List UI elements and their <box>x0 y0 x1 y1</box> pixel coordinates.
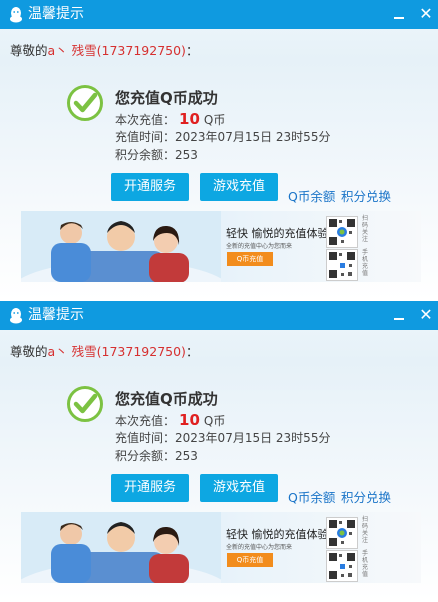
greeting-prefix: 尊敬的 <box>10 43 48 58</box>
qq-penguin-icon <box>10 308 22 324</box>
points-value: 253 <box>175 449 198 463</box>
close-icon: ✕ <box>419 4 433 23</box>
greeting: 尊敬的a丶 残雪(1737192750)： <box>10 341 198 360</box>
banner-qcoin-recharge-button[interactable]: Q币充值 <box>227 252 273 266</box>
recharge-notice-window-1: 温馨提示 ✕ 尊敬的a丶 残雪(1737192750)： 您充值Q币成功 本次充… <box>0 0 438 301</box>
qcoin-balance-link[interactable]: Q币余额 <box>288 186 335 205</box>
banner-qcoin-recharge-button[interactable]: Q币充值 <box>227 553 273 567</box>
banner-people-image <box>21 512 221 583</box>
points-exchange-link[interactable]: 积分兑换 <box>341 186 391 205</box>
close-button[interactable]: ✕ <box>416 305 436 325</box>
time-row: 充值时间：2023年07月15日 23时55分 <box>115 429 330 446</box>
minimize-icon <box>394 318 404 320</box>
greeting: 尊敬的a丶 残雪(1737192750)： <box>10 40 198 59</box>
points-label: 积分余额： <box>115 449 176 463</box>
window-title: 温馨提示 <box>28 6 84 22</box>
open-service-button[interactable]: 开通服务 <box>111 474 189 502</box>
recharge-notice-window-2: 温馨提示 ✕ 尊敬的a丶 残雪(1737192750)： 您充值Q币成功 本次充… <box>0 301 438 602</box>
minimize-icon <box>394 17 404 19</box>
greeting-prefix: 尊敬的 <box>10 344 48 359</box>
qr-caption-2: 手机充值 <box>362 249 369 277</box>
qr-code-icon <box>326 517 358 549</box>
points-row: 积分余额：253 <box>115 146 198 163</box>
close-button[interactable]: ✕ <box>416 4 436 24</box>
points-exchange-link[interactable]: 积分兑换 <box>341 487 391 506</box>
time-value: 2023年07月15日 23时55分 <box>175 431 331 445</box>
points-value: 253 <box>175 148 198 162</box>
greeting-username: a丶 残雪(1737192750) <box>47 43 186 58</box>
window-title: 温馨提示 <box>28 307 84 323</box>
minimize-button[interactable] <box>390 4 408 24</box>
qr-code-icon <box>326 550 358 582</box>
amount-label: 本次充值： <box>115 113 176 127</box>
banner-slogan: 轻快 愉悦的充值体验 <box>226 528 329 541</box>
amount-row: 本次充值： 10 Q币 <box>115 110 225 128</box>
greeting-suffix: ： <box>185 43 199 58</box>
banner-people-image <box>21 211 221 282</box>
amount-row: 本次充值： 10 Q币 <box>115 411 225 429</box>
time-value: 2023年07月15日 23时55分 <box>175 130 331 144</box>
check-circle-icon <box>67 85 103 121</box>
amount-unit: Q币 <box>203 414 226 428</box>
ad-banner[interactable]: 轻快 愉悦的充值体验 全新的充值中心为您而来 Q币充值 扫码关注 手机充值 <box>21 211 421 282</box>
time-label: 充值时间： <box>115 130 176 144</box>
open-service-button[interactable]: 开通服务 <box>111 173 189 201</box>
banner-subtitle: 全新的充值中心为您而来 <box>226 243 293 250</box>
qr-code-icon <box>326 216 358 248</box>
banner-slogan: 轻快 愉悦的充值体验 <box>226 227 329 240</box>
qr-code-icon <box>326 249 358 281</box>
game-recharge-button[interactable]: 游戏充值 <box>200 474 278 502</box>
points-label: 积分余额： <box>115 148 176 162</box>
qq-penguin-icon <box>10 7 22 23</box>
greeting-suffix: ： <box>185 344 199 359</box>
check-circle-icon <box>67 386 103 422</box>
amount-unit: Q币 <box>203 113 226 127</box>
success-heading: 您充值Q币成功 <box>115 89 218 107</box>
points-row: 积分余额：253 <box>115 447 198 464</box>
qcoin-balance-link[interactable]: Q币余额 <box>288 487 335 506</box>
amount-value: 10 <box>179 411 200 429</box>
time-row: 充值时间：2023年07月15日 23时55分 <box>115 128 330 145</box>
time-label: 充值时间： <box>115 431 176 445</box>
minimize-button[interactable] <box>390 305 408 325</box>
close-icon: ✕ <box>419 305 433 324</box>
amount-label: 本次充值： <box>115 414 176 428</box>
title-bar[interactable]: 温馨提示 ✕ <box>0 0 438 29</box>
greeting-username: a丶 残雪(1737192750) <box>47 344 186 359</box>
qr-caption-1: 扫码关注 <box>362 516 369 544</box>
amount-value: 10 <box>179 110 200 128</box>
ad-banner[interactable]: 轻快 愉悦的充值体验 全新的充值中心为您而来 Q币充值 扫码关注 手机充值 <box>21 512 421 583</box>
game-recharge-button[interactable]: 游戏充值 <box>200 173 278 201</box>
banner-subtitle: 全新的充值中心为您而来 <box>226 544 293 551</box>
qr-caption-1: 扫码关注 <box>362 215 369 243</box>
success-heading: 您充值Q币成功 <box>115 390 218 408</box>
qr-caption-2: 手机充值 <box>362 550 369 578</box>
title-bar[interactable]: 温馨提示 ✕ <box>0 301 438 330</box>
